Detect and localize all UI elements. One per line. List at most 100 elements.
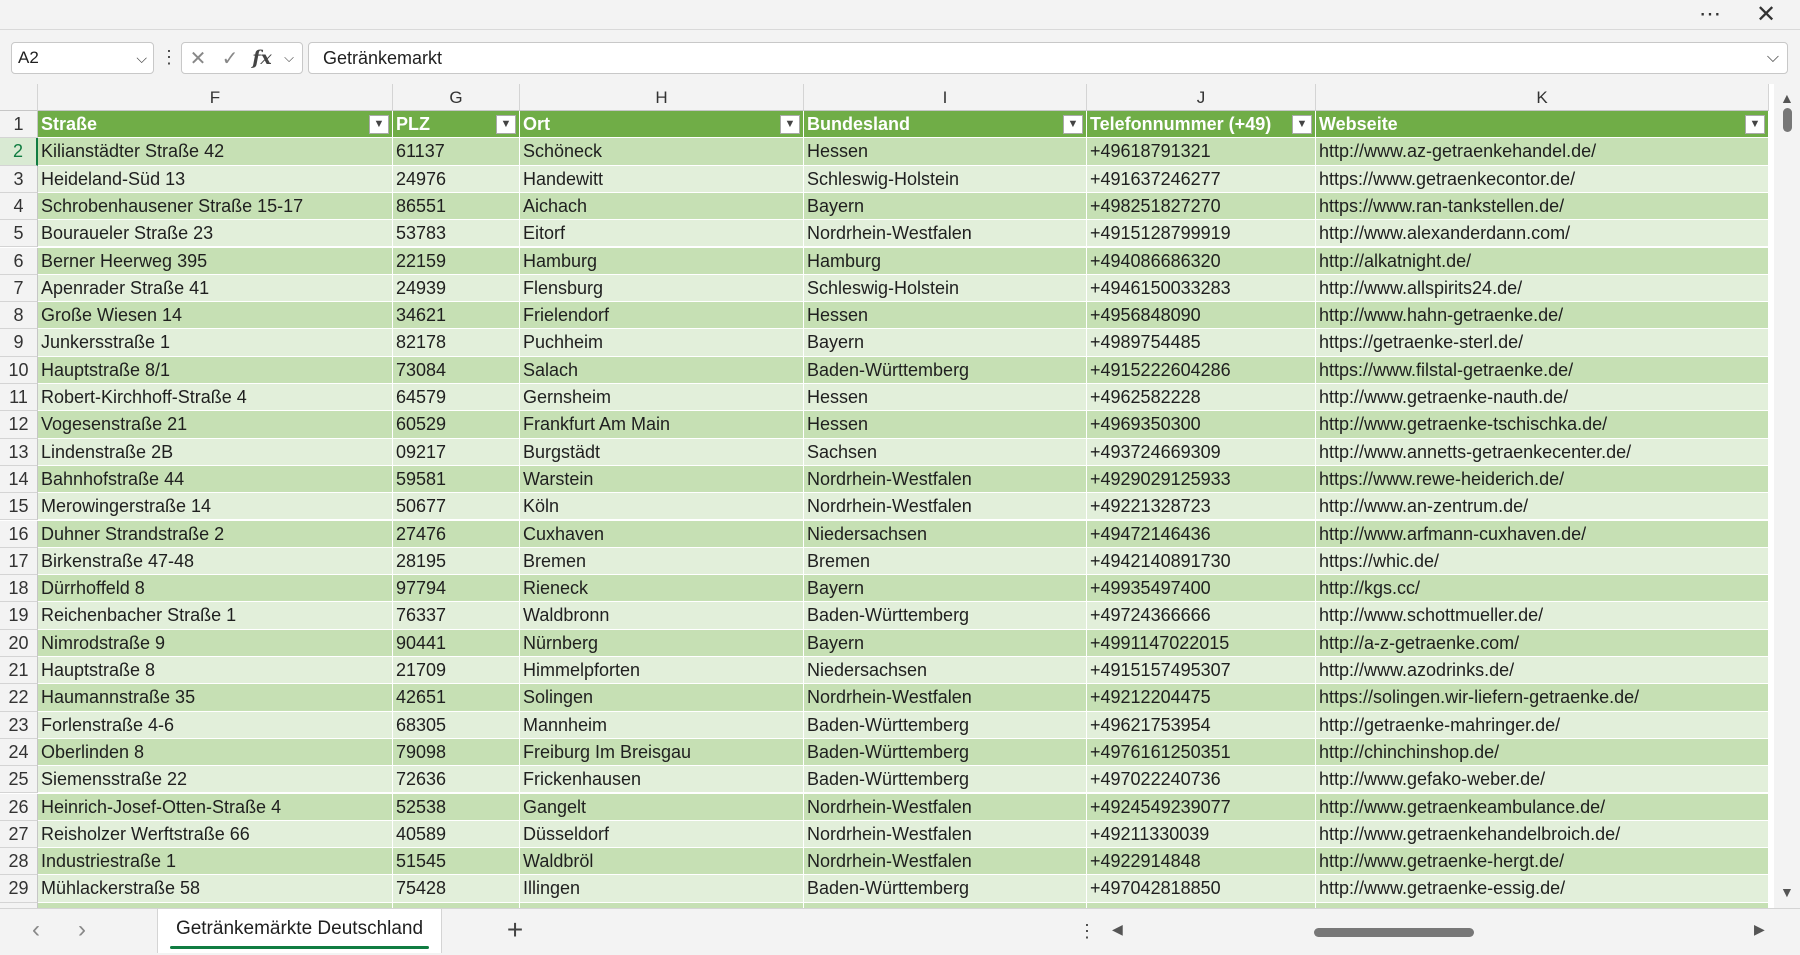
table-cell[interactable]: Puchheim (520, 329, 804, 357)
vertical-dots-icon[interactable]: ⋮ (160, 42, 178, 74)
check-icon[interactable]: ✓ (214, 43, 246, 73)
table-cell[interactable]: Baden-Württemberg (804, 356, 1087, 384)
table-cell[interactable]: 90441 (393, 629, 520, 657)
table-cell[interactable]: Dürrhoffeld 8 (38, 575, 393, 603)
table-cell[interactable]: Duhner Strandstraße 2 (38, 520, 393, 548)
table-cell[interactable]: Baden-Württemberg (804, 875, 1087, 903)
row-header[interactable]: 15 (0, 493, 38, 521)
table-cell[interactable]: http://www.getraenkeambulance.de/ (1316, 793, 1769, 821)
table-cell[interactable]: 59581 (393, 465, 520, 494)
insert-function-icon[interactable]: fx (246, 43, 278, 73)
table-cell[interactable]: 61137 (393, 138, 520, 166)
table-cell[interactable]: Hauptstraße 8 (38, 657, 393, 685)
table-cell[interactable]: Forlenstraße 4-6 (38, 711, 393, 739)
table-cell[interactable]: http://chinchinshop.de/ (1316, 738, 1769, 767)
row-header[interactable]: 24 (0, 738, 38, 767)
table-cell[interactable]: Bayern (804, 329, 1087, 357)
table-cell[interactable]: http://kgs.cc/ (1316, 575, 1769, 603)
table-cell[interactable]: Schöneck (520, 138, 804, 166)
table-cell[interactable]: Große Wiesen 14 (38, 302, 393, 330)
table-cell[interactable]: 72636 (393, 766, 520, 794)
table-cell[interactable]: Himmelpforten (520, 657, 804, 685)
table-cell[interactable]: Kilianstädter Straße 42 (38, 138, 393, 166)
table-cell[interactable]: +4924549239077 (1087, 793, 1316, 821)
table-cell[interactable]: Bahnhofstraße 44 (38, 465, 393, 494)
table-cell[interactable]: http://getraenke-mahringer.de/ (1316, 711, 1769, 739)
table-cell[interactable]: http://www.annetts-getraenkecenter.de/ (1316, 438, 1769, 466)
chevron-right-icon[interactable]: › (70, 917, 94, 945)
column-header[interactable]: J (1087, 84, 1316, 111)
table-cell[interactable]: Reichenbacher Straße 1 (38, 602, 393, 630)
table-cell[interactable]: Schleswig-Holstein (804, 274, 1087, 303)
table-header-cell[interactable]: Webseite ▼ (1316, 111, 1769, 139)
table-cell[interactable]: Hessen (804, 384, 1087, 412)
table-cell[interactable]: Siemensstraße 22 (38, 766, 393, 794)
table-cell[interactable]: 86551 (393, 192, 520, 221)
row-header[interactable]: 11 (0, 384, 38, 412)
row-header[interactable]: 4 (0, 192, 38, 221)
table-cell[interactable]: http://www.getraenke-hergt.de/ (1316, 848, 1769, 876)
table-cell[interactable]: +4922914848 (1087, 848, 1316, 876)
close-icon[interactable]: ✕ (1742, 0, 1790, 28)
table-cell[interactable]: +4969350300 (1087, 411, 1316, 439)
table-cell[interactable]: Schrobenhausener Straße 15-17 (38, 192, 393, 221)
table-cell[interactable]: Aichach (520, 192, 804, 221)
table-cell[interactable]: https://www.filstal-getraenke.de/ (1316, 356, 1769, 384)
table-cell[interactable]: 24976 (393, 165, 520, 193)
table-cell[interactable]: +493724669309 (1087, 438, 1316, 466)
table-cell[interactable]: 53783 (393, 220, 520, 248)
table-cell[interactable]: https://getraenke-sterl.de/ (1316, 329, 1769, 357)
table-cell[interactable]: 21709 (393, 657, 520, 685)
row-header[interactable]: 22 (0, 684, 38, 712)
table-cell[interactable]: Nordrhein-Westfalen (804, 793, 1087, 821)
table-cell[interactable]: +49621753954 (1087, 711, 1316, 739)
table-cell[interactable]: Mühlackerstraße 58 (38, 875, 393, 903)
table-cell[interactable]: https://whic.de/ (1316, 547, 1769, 576)
table-cell[interactable]: 09217 (393, 438, 520, 466)
name-box[interactable]: A2 ⌵ (11, 42, 154, 74)
table-cell[interactable]: Apenrader Straße 41 (38, 274, 393, 303)
row-header[interactable]: 25 (0, 766, 38, 794)
table-cell[interactable]: Baden-Württemberg (804, 602, 1087, 630)
row-header[interactable]: 20 (0, 629, 38, 657)
table-cell[interactable]: Heinrich-Josef-Otten-Straße 4 (38, 793, 393, 821)
row-header[interactable]: 14 (0, 465, 38, 494)
table-cell[interactable]: http://alkatnight.de/ (1316, 247, 1769, 275)
scroll-left-icon[interactable]: ◀ (1112, 921, 1123, 938)
table-cell[interactable]: http://www.hahn-getraenke.de/ (1316, 302, 1769, 330)
row-header[interactable]: 10 (0, 356, 38, 384)
column-header[interactable]: H (520, 84, 804, 111)
table-cell[interactable]: Junkersstraße 1 (38, 329, 393, 357)
table-cell[interactable]: http://www.getraenke-essig.de/ (1316, 875, 1769, 903)
table-cell[interactable]: http://www.getraenkehandelbroich.de/ (1316, 820, 1769, 849)
table-cell[interactable]: Lindenstraße 2B (38, 438, 393, 466)
table-cell[interactable]: Waldbröl (520, 848, 804, 876)
table-cell[interactable]: Nordrhein-Westfalen (804, 465, 1087, 494)
table-cell[interactable]: Waldbronn (520, 602, 804, 630)
table-cell[interactable]: Bayern (804, 575, 1087, 603)
table-cell[interactable]: Birkenstraße 47-48 (38, 547, 393, 576)
table-cell[interactable]: Schleswig-Holstein (804, 165, 1087, 193)
table-cell[interactable]: Baden-Württemberg (804, 711, 1087, 739)
filter-dropdown-icon[interactable]: ▼ (1063, 115, 1083, 134)
row-header[interactable]: 18 (0, 575, 38, 603)
table-cell[interactable]: Industriestraße 1 (38, 848, 393, 876)
table-cell[interactable]: 97794 (393, 575, 520, 603)
table-cell[interactable]: http://www.getraenke-nauth.de/ (1316, 384, 1769, 412)
table-cell[interactable]: http://www.schottmueller.de/ (1316, 602, 1769, 630)
table-cell[interactable]: Bayern (804, 629, 1087, 657)
table-cell[interactable]: Berner Heerweg 395 (38, 247, 393, 275)
table-cell[interactable]: http://www.azodrinks.de/ (1316, 657, 1769, 685)
table-cell[interactable]: +4962582228 (1087, 384, 1316, 412)
table-cell[interactable]: +49221328723 (1087, 493, 1316, 521)
horizontal-scrollbar[interactable]: ◀ ▶ (1110, 919, 1770, 945)
chevron-down-icon[interactable]: ⌵ (278, 43, 300, 73)
row-header[interactable]: 12 (0, 411, 38, 439)
column-header[interactable]: F (38, 84, 393, 111)
scroll-right-icon[interactable]: ▶ (1754, 921, 1765, 938)
table-cell[interactable]: 68305 (393, 711, 520, 739)
row-header[interactable]: 26 (0, 793, 38, 821)
table-cell[interactable]: Oberlinden 8 (38, 738, 393, 767)
row-header[interactable]: 1 (0, 111, 38, 139)
select-all-corner[interactable] (0, 84, 38, 111)
